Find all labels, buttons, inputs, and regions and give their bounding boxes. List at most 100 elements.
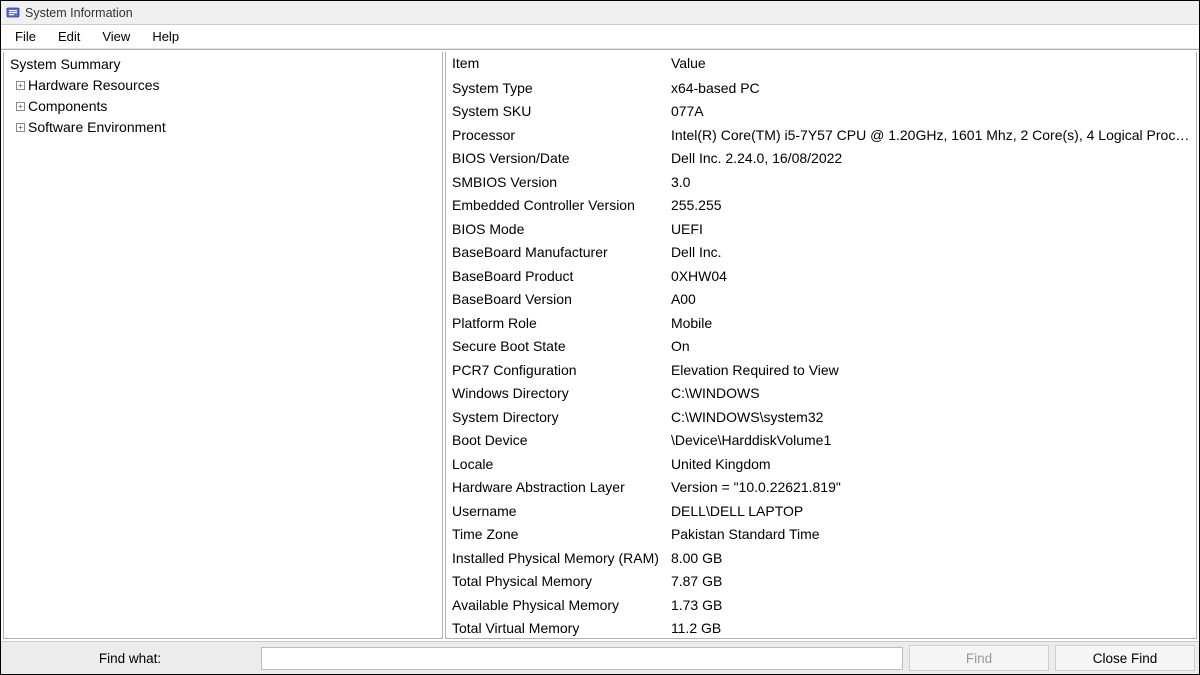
main-panes: System Summary +Hardware Resources+Compo… bbox=[1, 49, 1199, 641]
tree-node[interactable]: +Hardware Resources bbox=[16, 75, 438, 96]
cell-item: Total Virtual Memory bbox=[446, 617, 665, 639]
cell-value: DELL\DELL LAPTOP bbox=[665, 500, 1196, 524]
cell-value: United Kingdom bbox=[665, 453, 1196, 477]
titlebar: System Information bbox=[1, 1, 1199, 25]
menu-file[interactable]: File bbox=[5, 26, 46, 47]
find-input[interactable] bbox=[261, 647, 903, 670]
table-row[interactable]: UsernameDELL\DELL LAPTOP bbox=[446, 500, 1196, 524]
menubar: File Edit View Help bbox=[1, 25, 1199, 49]
cell-item: BIOS Version/Date bbox=[446, 147, 665, 171]
cell-value: On bbox=[665, 335, 1196, 359]
tree-node[interactable]: +Components bbox=[16, 96, 438, 117]
cell-item: Boot Device bbox=[446, 429, 665, 453]
detail-header-row: Item Value bbox=[446, 52, 1196, 77]
cell-item: Embedded Controller Version bbox=[446, 194, 665, 218]
cell-item: Time Zone bbox=[446, 523, 665, 547]
tree-node-label[interactable]: Hardware Resources bbox=[28, 75, 160, 96]
table-row[interactable]: Total Physical Memory7.87 GB bbox=[446, 570, 1196, 594]
menu-view[interactable]: View bbox=[92, 26, 140, 47]
cell-value: 8.00 GB bbox=[665, 547, 1196, 571]
cell-value: 3.0 bbox=[665, 171, 1196, 195]
findbar: Find what: Find Close Find bbox=[1, 641, 1199, 674]
cell-item: System SKU bbox=[446, 100, 665, 124]
plus-icon[interactable]: + bbox=[16, 102, 25, 111]
table-row[interactable]: System Typex64-based PC bbox=[446, 77, 1196, 101]
menu-edit[interactable]: Edit bbox=[48, 26, 90, 47]
cell-value: Intel(R) Core(TM) i5-7Y57 CPU @ 1.20GHz,… bbox=[665, 124, 1196, 148]
cell-value: Pakistan Standard Time bbox=[665, 523, 1196, 547]
cell-item: Windows Directory bbox=[446, 382, 665, 406]
table-row[interactable]: Total Virtual Memory11.2 GB bbox=[446, 617, 1196, 639]
table-row[interactable]: Embedded Controller Version255.255 bbox=[446, 194, 1196, 218]
cell-item: BaseBoard Product bbox=[446, 265, 665, 289]
table-row[interactable]: BaseBoard Product0XHW04 bbox=[446, 265, 1196, 289]
header-value[interactable]: Value bbox=[665, 52, 1196, 77]
cell-value: 11.2 GB bbox=[665, 617, 1196, 639]
table-row[interactable]: PCR7 ConfigurationElevation Required to … bbox=[446, 359, 1196, 383]
cell-value: C:\WINDOWS\system32 bbox=[665, 406, 1196, 430]
table-row[interactable]: Boot Device\Device\HarddiskVolume1 bbox=[446, 429, 1196, 453]
plus-icon[interactable]: + bbox=[16, 123, 25, 132]
detail-table: Item Value System Typex64-based PCSystem… bbox=[446, 52, 1196, 639]
table-row[interactable]: ProcessorIntel(R) Core(TM) i5-7Y57 CPU @… bbox=[446, 124, 1196, 148]
table-row[interactable]: BIOS ModeUEFI bbox=[446, 218, 1196, 242]
table-row[interactable]: System DirectoryC:\WINDOWS\system32 bbox=[446, 406, 1196, 430]
table-row[interactable]: Hardware Abstraction LayerVersion = "10.… bbox=[446, 476, 1196, 500]
plus-icon[interactable]: + bbox=[16, 81, 25, 90]
cell-value: Dell Inc. 2.24.0, 16/08/2022 bbox=[665, 147, 1196, 171]
cell-value: \Device\HarddiskVolume1 bbox=[665, 429, 1196, 453]
window-title: System Information bbox=[25, 6, 133, 20]
table-row[interactable]: Windows DirectoryC:\WINDOWS bbox=[446, 382, 1196, 406]
table-row[interactable]: Time ZonePakistan Standard Time bbox=[446, 523, 1196, 547]
cell-item: Username bbox=[446, 500, 665, 524]
tree-node-label[interactable]: Software Environment bbox=[28, 117, 166, 138]
table-row[interactable]: System SKU077A bbox=[446, 100, 1196, 124]
table-row[interactable]: Secure Boot StateOn bbox=[446, 335, 1196, 359]
cell-value: Elevation Required to View bbox=[665, 359, 1196, 383]
cell-item: Processor bbox=[446, 124, 665, 148]
cell-item: BaseBoard Version bbox=[446, 288, 665, 312]
table-row[interactable]: Platform RoleMobile bbox=[446, 312, 1196, 336]
tree-root-label[interactable]: System Summary bbox=[8, 56, 122, 72]
header-item[interactable]: Item bbox=[446, 52, 665, 77]
cell-value: 255.255 bbox=[665, 194, 1196, 218]
cell-item: Available Physical Memory bbox=[446, 594, 665, 618]
cell-item: Locale bbox=[446, 453, 665, 477]
menu-help[interactable]: Help bbox=[142, 26, 189, 47]
cell-item: BaseBoard Manufacturer bbox=[446, 241, 665, 265]
cell-value: Dell Inc. bbox=[665, 241, 1196, 265]
find-label: Find what: bbox=[5, 651, 255, 666]
cell-value: 077A bbox=[665, 100, 1196, 124]
detail-pane[interactable]: Item Value System Typex64-based PCSystem… bbox=[445, 52, 1197, 639]
cell-item: PCR7 Configuration bbox=[446, 359, 665, 383]
find-button[interactable]: Find bbox=[909, 645, 1049, 671]
cell-value: Version = "10.0.22621.819" bbox=[665, 476, 1196, 500]
cell-item: BIOS Mode bbox=[446, 218, 665, 242]
cell-item: System Directory bbox=[446, 406, 665, 430]
table-row[interactable]: BaseBoard VersionA00 bbox=[446, 288, 1196, 312]
app-icon bbox=[5, 5, 21, 21]
cell-value: UEFI bbox=[665, 218, 1196, 242]
cell-value: 0XHW04 bbox=[665, 265, 1196, 289]
table-row[interactable]: BaseBoard ManufacturerDell Inc. bbox=[446, 241, 1196, 265]
tree-root[interactable]: System Summary bbox=[8, 54, 438, 75]
cell-value: x64-based PC bbox=[665, 77, 1196, 101]
cell-item: Platform Role bbox=[446, 312, 665, 336]
table-row[interactable]: SMBIOS Version3.0 bbox=[446, 171, 1196, 195]
cell-value: A00 bbox=[665, 288, 1196, 312]
cell-value: Mobile bbox=[665, 312, 1196, 336]
tree-node-label[interactable]: Components bbox=[28, 96, 107, 117]
tree-node[interactable]: +Software Environment bbox=[16, 117, 438, 138]
close-find-button[interactable]: Close Find bbox=[1055, 645, 1195, 671]
cell-value: C:\WINDOWS bbox=[665, 382, 1196, 406]
cell-item: System Type bbox=[446, 77, 665, 101]
tree-children: +Hardware Resources+Components+Software … bbox=[16, 75, 438, 138]
table-row[interactable]: LocaleUnited Kingdom bbox=[446, 453, 1196, 477]
tree-pane[interactable]: System Summary +Hardware Resources+Compo… bbox=[3, 52, 443, 639]
table-row[interactable]: BIOS Version/DateDell Inc. 2.24.0, 16/08… bbox=[446, 147, 1196, 171]
cell-value: 1.73 GB bbox=[665, 594, 1196, 618]
table-row[interactable]: Available Physical Memory1.73 GB bbox=[446, 594, 1196, 618]
table-row[interactable]: Installed Physical Memory (RAM)8.00 GB bbox=[446, 547, 1196, 571]
cell-item: Total Physical Memory bbox=[446, 570, 665, 594]
cell-item: Secure Boot State bbox=[446, 335, 665, 359]
